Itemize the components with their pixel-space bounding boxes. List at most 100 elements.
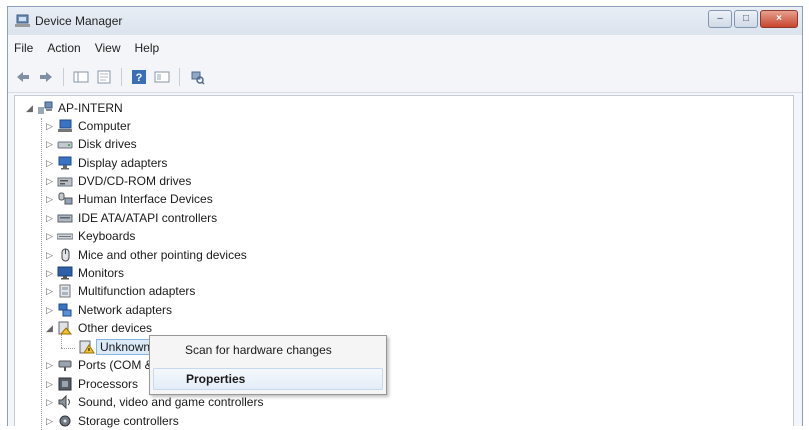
tree-item-label: Network adapters — [78, 303, 173, 317]
dvd-drive-icon — [57, 177, 73, 187]
tree-item-multifunction[interactable]: ▷ Multifunction adapters — [45, 282, 195, 300]
maximize-button[interactable]: □ — [734, 10, 758, 28]
svg-text:?: ? — [136, 72, 143, 84]
computer-icon — [58, 119, 72, 132]
forward-icon — [40, 72, 52, 82]
tree-item-label: Mice and other pointing devices — [78, 248, 247, 262]
expand-icon[interactable]: ▷ — [45, 139, 54, 150]
expand-icon[interactable]: ▷ — [45, 416, 54, 427]
tree-item-ports[interactable]: ▷ Ports (COM & — [45, 356, 153, 374]
device-manager-icon — [15, 14, 30, 27]
tree-item-label: Multifunction adapters — [78, 284, 196, 298]
mouse-icon — [61, 248, 70, 262]
other-devices-icon — [58, 321, 73, 335]
properties-item[interactable]: Properties — [153, 368, 383, 390]
disk-drive-icon — [57, 141, 73, 149]
tree-item-keyboards[interactable]: ▷ Keyboards — [45, 227, 135, 245]
show-hide-button[interactable] — [153, 68, 171, 86]
device-tree: ◢ AP-INTERN ▷ Computer ▷ Disk drives ▷ D… — [14, 95, 794, 430]
scan-hardware-button[interactable] — [188, 68, 206, 86]
collapse-icon[interactable]: ◢ — [45, 323, 54, 334]
tree-item-processors[interactable]: ▷ Processors — [45, 375, 138, 393]
tree-root[interactable]: ◢ AP-INTERN — [25, 99, 123, 117]
forward-button[interactable] — [37, 68, 55, 86]
port-icon — [58, 360, 72, 371]
tree-item-dvd-drives[interactable]: ▷ DVD/CD-ROM drives — [45, 172, 191, 190]
speaker-icon — [58, 395, 70, 409]
tree-item-unknown-device[interactable]: Unknown — [79, 338, 155, 356]
tree-item-hid[interactable]: ▷ Human Interface Devices — [45, 190, 213, 208]
tree-item-label: Keyboards — [78, 229, 136, 243]
maximize-icon: □ — [742, 13, 750, 24]
device-manager-window: Device Manager – □ × File Action View He… — [7, 6, 803, 430]
tree-root-label: AP-INTERN — [58, 101, 123, 115]
expand-icon[interactable]: ▷ — [45, 250, 54, 261]
expand-icon[interactable]: ▷ — [45, 213, 54, 224]
hid-icon — [58, 192, 73, 205]
scan-hardware-icon — [191, 71, 205, 85]
unknown-device-warning-icon — [79, 340, 95, 354]
minimize-icon: – — [717, 13, 723, 24]
console-tree-icon — [73, 71, 89, 83]
tree-item-label: IDE ATA/ATAPI controllers — [78, 211, 218, 225]
close-button[interactable]: × — [760, 10, 798, 28]
collapse-icon[interactable]: ◢ — [25, 103, 34, 114]
expand-icon[interactable]: ▷ — [45, 286, 54, 297]
tree-item-disk-drives[interactable]: ▷ Disk drives — [45, 135, 137, 153]
multifunction-adapter-icon — [59, 284, 71, 298]
tree-connector — [41, 118, 42, 430]
back-button[interactable] — [14, 68, 32, 86]
tree-item-other-devices[interactable]: ◢ Other devices — [45, 319, 152, 337]
caption-buttons: – □ × — [708, 10, 798, 28]
tree-item-storage-controllers[interactable]: ▷ Storage controllers — [45, 412, 179, 430]
help-icon: ? — [132, 70, 146, 84]
scan-for-hardware-changes-item[interactable]: Scan for hardware changes — [153, 339, 383, 361]
tree-item-network-adapters[interactable]: ▷ Network adapters — [45, 301, 172, 319]
help-button[interactable]: ? — [130, 68, 148, 86]
processor-icon — [58, 377, 72, 391]
expand-icon[interactable]: ▷ — [45, 360, 54, 371]
menu-help[interactable]: Help — [135, 41, 160, 55]
tree-item-label: Processors — [78, 377, 139, 391]
monitor-icon — [57, 266, 73, 280]
menu-bar: File Action View Help — [8, 37, 802, 59]
toolbar-separator — [121, 68, 122, 86]
expand-icon[interactable]: ▷ — [45, 176, 54, 187]
tree-item-display-adapters[interactable]: ▷ Display adapters — [45, 154, 167, 172]
tree-item-monitors[interactable]: ▷ Monitors — [45, 264, 124, 282]
expand-icon[interactable]: ▷ — [45, 397, 54, 408]
menu-action[interactable]: Action — [47, 41, 80, 55]
back-icon — [17, 72, 29, 82]
console-tree-button[interactable] — [72, 68, 90, 86]
expand-icon[interactable]: ▷ — [45, 379, 54, 390]
toolbar: ? — [8, 62, 802, 93]
expand-icon[interactable]: ▷ — [45, 121, 54, 132]
tree-item-label: Sound, video and game controllers — [78, 395, 264, 409]
tree-item-label: DVD/CD-ROM drives — [78, 174, 192, 188]
expand-icon[interactable]: ▷ — [45, 158, 54, 169]
tree-item-label: Display adapters — [78, 156, 168, 170]
network-adapter-icon — [58, 303, 72, 317]
tree-item-ide-controllers[interactable]: ▷ IDE ATA/ATAPI controllers — [45, 209, 217, 227]
title-bar: Device Manager – □ × — [8, 7, 802, 35]
expand-icon[interactable]: ▷ — [45, 268, 54, 279]
menu-view[interactable]: View — [95, 41, 121, 55]
tree-item-label: Other devices — [78, 321, 153, 335]
tree-item-mice[interactable]: ▷ Mice and other pointing devices — [45, 246, 247, 264]
export-button[interactable] — [95, 68, 113, 86]
tree-item-label: Unknown — [96, 339, 155, 355]
tree-item-computer[interactable]: ▷ Computer — [45, 117, 131, 135]
tree-item-label: Computer — [78, 119, 131, 133]
keyboard-icon — [57, 233, 73, 240]
expand-icon[interactable]: ▷ — [45, 194, 54, 205]
tree-item-sound-video[interactable]: ▷ Sound, video and game controllers — [45, 393, 263, 411]
expand-icon[interactable]: ▷ — [45, 305, 54, 316]
expand-icon[interactable]: ▷ — [45, 231, 54, 242]
close-icon: × — [776, 13, 782, 24]
menu-file[interactable]: File — [14, 41, 33, 55]
toolbar-separator — [179, 68, 180, 86]
minimize-button[interactable]: – — [708, 10, 732, 28]
toolbar-separator — [63, 68, 64, 86]
tree-item-label: Ports (COM & — [78, 358, 153, 372]
tree-item-label: Monitors — [78, 266, 125, 280]
